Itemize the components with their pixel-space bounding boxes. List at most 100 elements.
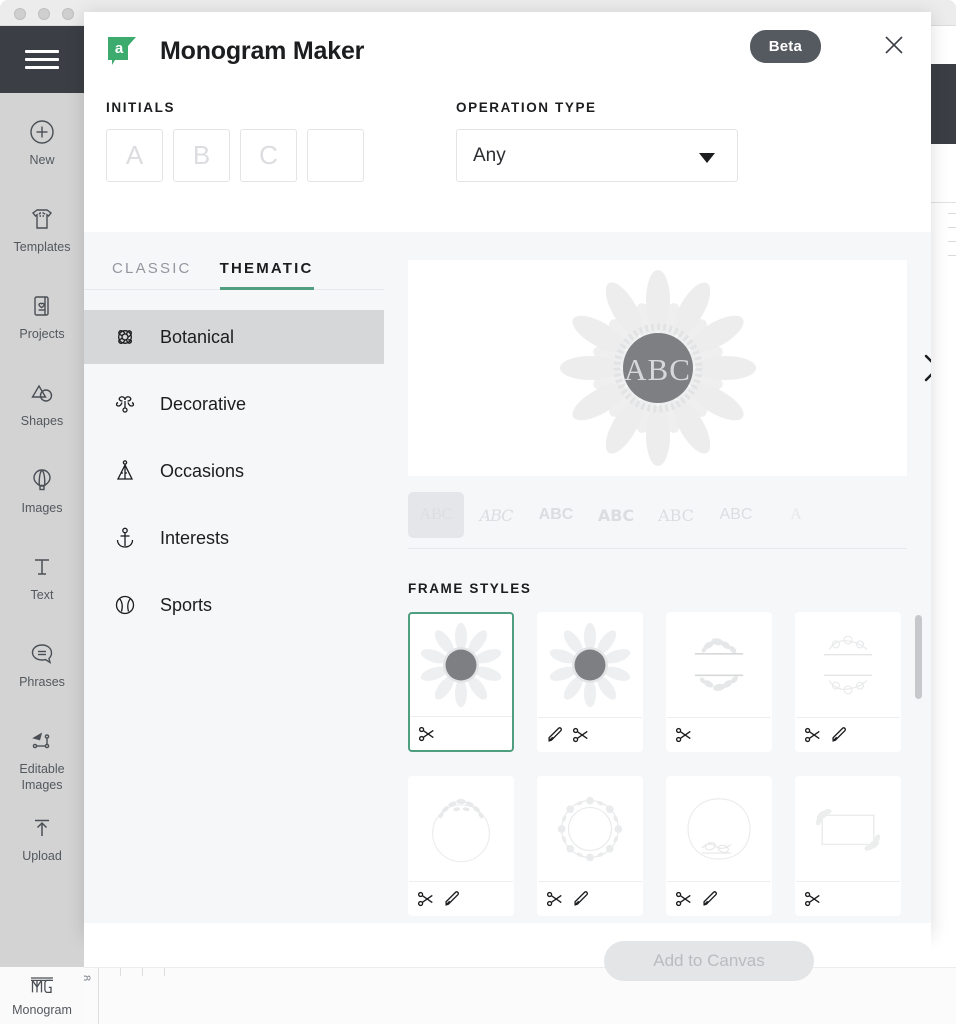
upload-arrow-icon bbox=[28, 813, 56, 843]
category-interests[interactable]: Interests bbox=[84, 511, 384, 565]
category-label: Interests bbox=[160, 527, 230, 548]
frame-operations bbox=[667, 881, 771, 915]
category-label: Sports bbox=[160, 594, 213, 615]
frame-thumbnail bbox=[538, 613, 642, 717]
frame-card-split-floral-banner[interactable] bbox=[795, 612, 901, 752]
frame-thumbnail bbox=[667, 777, 771, 881]
initial-input-4[interactable] bbox=[307, 129, 364, 182]
sidebar-item-editable-images[interactable]: Editable Images bbox=[0, 718, 84, 805]
sidebar-item-label: Templates bbox=[13, 240, 71, 254]
scissors-cut-icon bbox=[572, 727, 588, 742]
initial-input-1[interactable]: A bbox=[106, 129, 163, 182]
dialog-title: Monogram Maker bbox=[160, 36, 365, 65]
font-style-option-2[interactable]: ABC bbox=[468, 492, 524, 538]
font-style-option-4[interactable]: ABC bbox=[588, 492, 644, 538]
frame-card-floral-crown-circle[interactable] bbox=[408, 776, 514, 916]
screen-root: gn Siz W 8 bbox=[0, 0, 956, 1024]
category-label: Decorative bbox=[160, 393, 247, 414]
frame-styles-grid bbox=[408, 612, 922, 916]
scissors-cut-icon bbox=[417, 891, 433, 906]
svg-text:a: a bbox=[115, 40, 124, 57]
close-dialog-button[interactable] bbox=[879, 30, 909, 60]
operation-type-value: Any bbox=[473, 144, 506, 166]
sidebar-item-upload[interactable]: Upload bbox=[0, 805, 84, 892]
traffic-lights[interactable] bbox=[14, 8, 74, 20]
category-panel: CLASSIC THEMATIC Botanical Decorative Oc… bbox=[84, 232, 384, 935]
dialog-fields: INITIALS A B C OPERATION TYPE Any bbox=[84, 68, 931, 182]
hamburger-menu-icon bbox=[25, 45, 59, 74]
scrollbar-thumb[interactable] bbox=[915, 615, 922, 699]
sidebar-item-label: Phrases bbox=[19, 675, 65, 689]
font-style-option-3[interactable]: ABC bbox=[528, 492, 584, 538]
scissors-cut-icon bbox=[418, 726, 434, 741]
monogram-preview: ABC bbox=[408, 260, 931, 476]
font-style-option-7[interactable]: A bbox=[768, 492, 824, 538]
category-botanical[interactable]: Botanical bbox=[84, 310, 384, 364]
initial-input-2[interactable]: B bbox=[173, 129, 230, 182]
initials-group: INITIALS A B C bbox=[106, 100, 364, 182]
ornament-icon bbox=[112, 391, 138, 417]
font-style-option-1[interactable]: ABC bbox=[408, 492, 464, 538]
shapes-icon bbox=[28, 378, 56, 408]
scissors-cut-icon bbox=[804, 727, 820, 742]
frame-operations bbox=[538, 717, 642, 751]
category-list: Botanical Decorative Occasions Interests… bbox=[84, 290, 384, 632]
tab-thematic[interactable]: THEMATIC bbox=[219, 260, 314, 290]
operation-type-label: OPERATION TYPE bbox=[456, 100, 597, 115]
sidebar-item-projects[interactable]: Projects bbox=[0, 283, 84, 370]
frame-card-floral-wreath-circle[interactable] bbox=[537, 776, 643, 916]
sidebar-item-shapes[interactable]: Shapes bbox=[0, 370, 84, 457]
pen-draw-icon bbox=[445, 890, 459, 906]
scissors-cut-icon bbox=[546, 891, 562, 906]
sidebar-item-label: Editable Images bbox=[19, 762, 65, 792]
sidebar-item-phrases[interactable]: Phrases bbox=[0, 631, 84, 718]
frame-operations bbox=[410, 716, 512, 750]
horizontal-ruler bbox=[84, 967, 956, 1024]
plus-circle-icon bbox=[28, 117, 56, 147]
frame-thumbnail bbox=[409, 777, 513, 881]
close-window-button[interactable] bbox=[14, 8, 26, 20]
frame-card-floral-rectangle-frame[interactable] bbox=[795, 776, 901, 916]
font-style-option-5[interactable]: ABC bbox=[648, 492, 704, 538]
sidebar-item-new[interactable]: New bbox=[0, 109, 84, 196]
sidebar-item-label: New bbox=[29, 153, 55, 167]
speech-bubble-icon bbox=[28, 639, 56, 669]
frame-operations bbox=[796, 881, 900, 915]
sidebar-item-monogram[interactable]: Monogram bbox=[0, 967, 84, 1024]
add-to-canvas-button[interactable]: Add to Canvas bbox=[604, 941, 814, 981]
tab-classic[interactable]: CLASSIC bbox=[112, 260, 192, 289]
frame-operations bbox=[667, 717, 771, 751]
frame-thumbnail bbox=[796, 613, 900, 717]
app-logo-icon: a bbox=[106, 34, 140, 68]
font-style-option-6[interactable]: ABC bbox=[708, 492, 764, 538]
monogram-mg-icon bbox=[29, 975, 55, 999]
party-hat-icon bbox=[112, 458, 138, 484]
frame-card-split-foliage-banner[interactable] bbox=[666, 612, 772, 752]
initials-label: INITIALS bbox=[106, 100, 176, 115]
frame-card-sunflower-badge[interactable] bbox=[408, 612, 514, 752]
sidebar-item-templates[interactable]: Templates bbox=[0, 196, 84, 283]
preview-initials: ABC bbox=[624, 352, 691, 387]
frame-card-sketch-circle-leaves[interactable] bbox=[666, 776, 772, 916]
category-occasions[interactable]: Occasions bbox=[84, 444, 384, 498]
frame-card-sunflower-badge-alt[interactable] bbox=[537, 612, 643, 752]
sidebar-item-label: Text bbox=[30, 588, 54, 602]
initial-input-3[interactable]: C bbox=[240, 129, 297, 182]
dialog-header-top: a Monogram Maker Beta bbox=[84, 12, 931, 68]
sidebar-item-images[interactable]: Images bbox=[0, 457, 84, 544]
maximize-window-button[interactable] bbox=[62, 8, 74, 20]
sidebar-item-label: Shapes bbox=[20, 414, 64, 428]
operation-type-select[interactable]: Any bbox=[456, 129, 738, 182]
frame-thumbnail bbox=[538, 777, 642, 881]
category-sports[interactable]: Sports bbox=[84, 578, 384, 632]
minimize-window-button[interactable] bbox=[38, 8, 50, 20]
flower-icon bbox=[112, 324, 138, 350]
category-decorative[interactable]: Decorative bbox=[84, 377, 384, 431]
frame-styles-heading: FRAME STYLES bbox=[408, 581, 532, 596]
frame-styles-scrollbar[interactable] bbox=[915, 612, 922, 897]
sidebar-item-label: Images bbox=[21, 501, 63, 515]
sidebar-menu-button[interactable] bbox=[0, 26, 84, 93]
sidebar-item-text[interactable]: Text bbox=[0, 544, 84, 631]
text-t-icon bbox=[28, 552, 56, 582]
next-design-button[interactable] bbox=[919, 352, 931, 384]
